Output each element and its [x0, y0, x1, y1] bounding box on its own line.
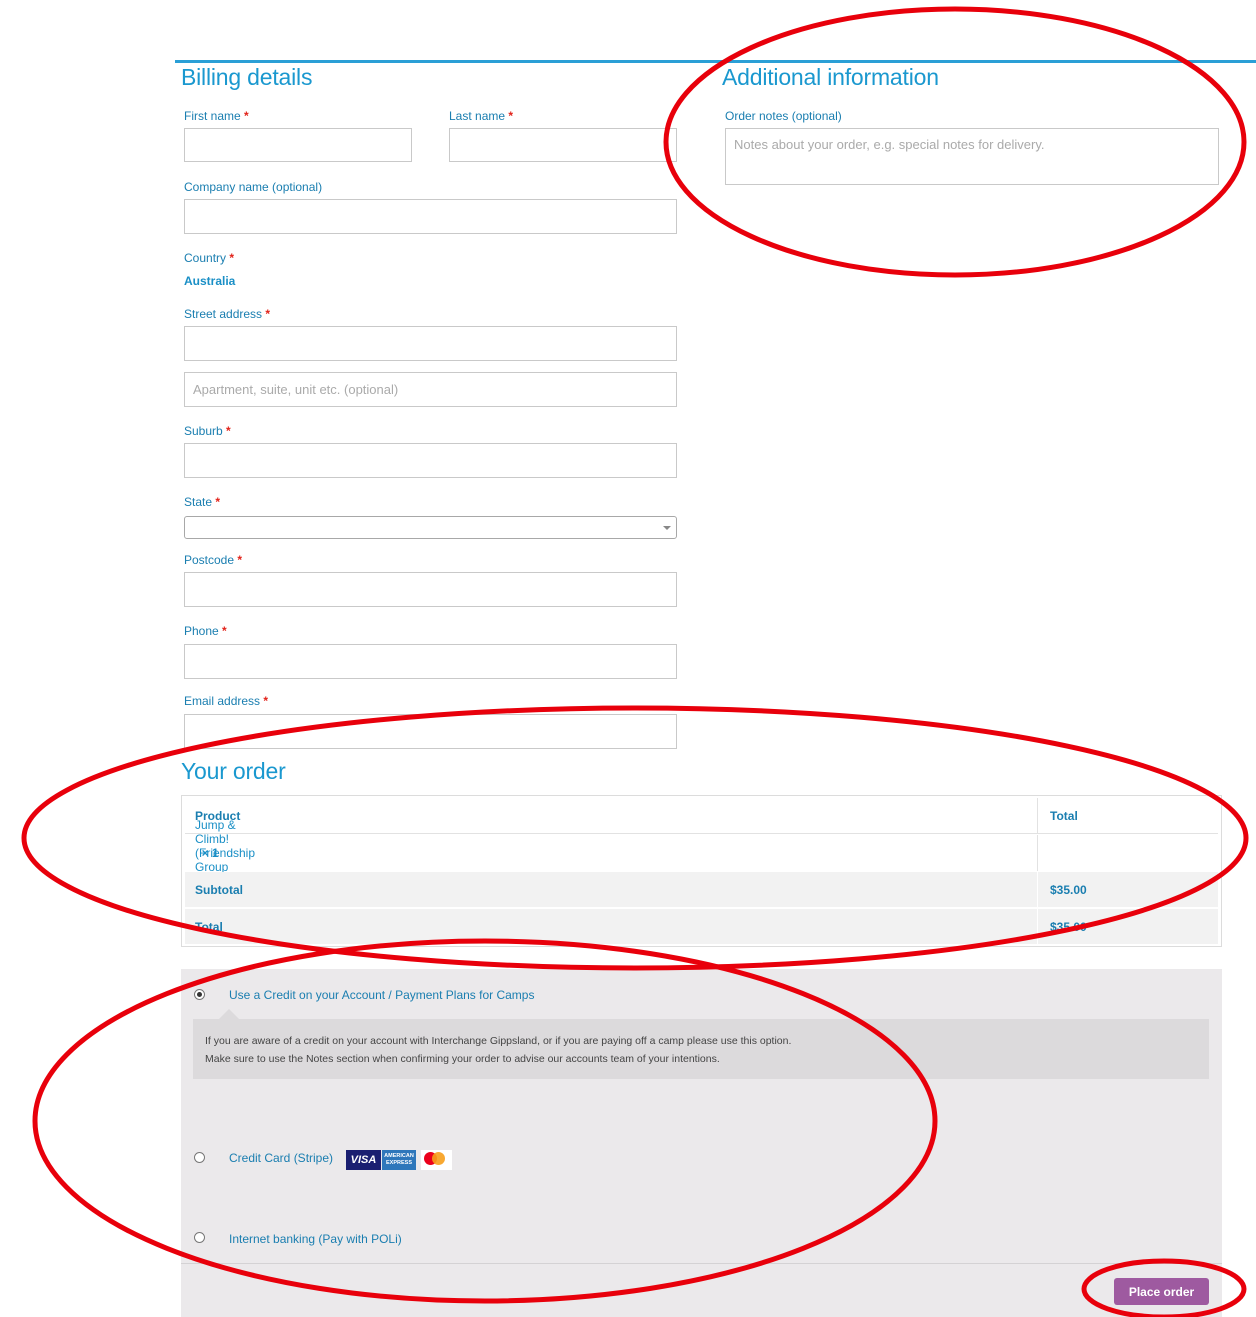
payment-description-line: Make sure to use the Notes section when … [205, 1053, 720, 1065]
mastercard-icon [421, 1150, 452, 1170]
email-input[interactable] [184, 714, 677, 749]
state-label-text: State [184, 495, 213, 509]
country-value: Australia [184, 274, 236, 288]
suburb-label: Suburb * [184, 424, 231, 438]
apartment-input[interactable] [184, 372, 677, 407]
required-mark: * [508, 109, 514, 123]
last-name-label-text: Last name [449, 109, 506, 123]
suburb-input[interactable] [184, 443, 677, 478]
billing-details-heading: Billing details [181, 64, 313, 90]
required-mark: * [226, 424, 231, 438]
description-pointer [219, 1009, 239, 1019]
last-name-input[interactable] [449, 128, 677, 162]
mastercard-circle [432, 1152, 445, 1165]
payment-radio-account-credit[interactable] [194, 989, 205, 1000]
column-divider [1037, 872, 1038, 907]
postcode-label-text: Postcode [184, 553, 235, 567]
postcode-input[interactable] [184, 572, 677, 607]
payment-radio-credit-card[interactable] [194, 1152, 205, 1163]
subtotal-row: Subtotal $35.00 [185, 872, 1218, 907]
chevron-down-icon [663, 526, 671, 530]
required-mark: * [265, 307, 271, 321]
last-name-label: Last name * [449, 109, 513, 123]
payment-label-internet-banking[interactable]: Internet banking (Pay with POLi) [229, 1232, 402, 1246]
required-mark: * [229, 251, 235, 265]
table-row: Jump & Climb! (Friendship Group Latrobe)… [185, 818, 1218, 888]
required-mark: * [215, 495, 221, 509]
amex-text: AMERICAN [384, 1153, 414, 1159]
column-divider [1037, 798, 1038, 833]
company-name-input[interactable] [184, 199, 677, 234]
phone-label-text: Phone [184, 624, 219, 638]
payment-methods: Use a Credit on your Account / Payment P… [181, 969, 1222, 1317]
company-name-label: Company name (optional) [184, 180, 323, 194]
required-mark: * [263, 694, 269, 708]
header-divider [175, 60, 1256, 63]
required-mark: * [222, 624, 227, 638]
street-address-input[interactable] [184, 326, 677, 361]
total-value: $35.00 [1050, 919, 1087, 934]
column-divider [1037, 835, 1038, 871]
place-order-button[interactable]: Place order [1114, 1278, 1209, 1305]
subtotal-label: Subtotal [195, 882, 243, 897]
state-select[interactable] [184, 516, 677, 539]
column-divider [1037, 909, 1038, 944]
country-label-text: Country [184, 251, 227, 265]
first-name-label: First name * [184, 109, 249, 123]
order-notes-label: Order notes (optional) [725, 109, 842, 123]
required-mark: * [244, 109, 249, 123]
subtotal-value: $35.00 [1050, 882, 1087, 897]
order-review-table: Product Total Jump & Climb! (Friendship … [181, 795, 1222, 947]
country-label: Country * [184, 251, 234, 265]
first-name-input[interactable] [184, 128, 412, 162]
additional-information-heading: Additional information [722, 64, 939, 90]
state-label: State * [184, 495, 220, 509]
street-address-label-text: Street address [184, 307, 263, 321]
email-label: Email address * [184, 694, 268, 708]
phone-input[interactable] [184, 644, 677, 679]
phone-label: Phone * [184, 624, 227, 638]
total-label: Total [195, 919, 223, 934]
order-item-name: Jump & Climb! (Friendship Group Latrobe)… [195, 818, 255, 888]
payment-radio-internet-banking[interactable] [194, 1232, 205, 1243]
american-express-icon: AMERICAN EXPRESS [382, 1150, 416, 1170]
your-order-heading: Your order [181, 758, 286, 784]
required-mark: * [237, 553, 243, 567]
email-label-text: Email address [184, 694, 261, 708]
total-column-header: Total [1050, 808, 1078, 823]
table-header-row: Product Total [185, 798, 1218, 834]
first-name-label-text: First name [184, 109, 241, 123]
payment-label-credit-card[interactable]: Credit Card (Stripe) [229, 1151, 333, 1165]
payment-description: If you are aware of a credit on your acc… [193, 1019, 1209, 1079]
order-notes-textarea[interactable] [725, 128, 1219, 185]
amex-text: EXPRESS [386, 1160, 412, 1166]
postcode-label: Postcode * [184, 553, 242, 567]
payment-divider [181, 1263, 1222, 1264]
visa-icon: VISA [346, 1150, 381, 1170]
total-row: Total $35.00 [185, 909, 1218, 944]
payment-label-account-credit[interactable]: Use a Credit on your Account / Payment P… [229, 988, 534, 1002]
street-address-label: Street address * [184, 307, 270, 321]
suburb-label-text: Suburb [184, 424, 223, 438]
payment-description-line: If you are aware of a credit on your acc… [205, 1035, 792, 1047]
